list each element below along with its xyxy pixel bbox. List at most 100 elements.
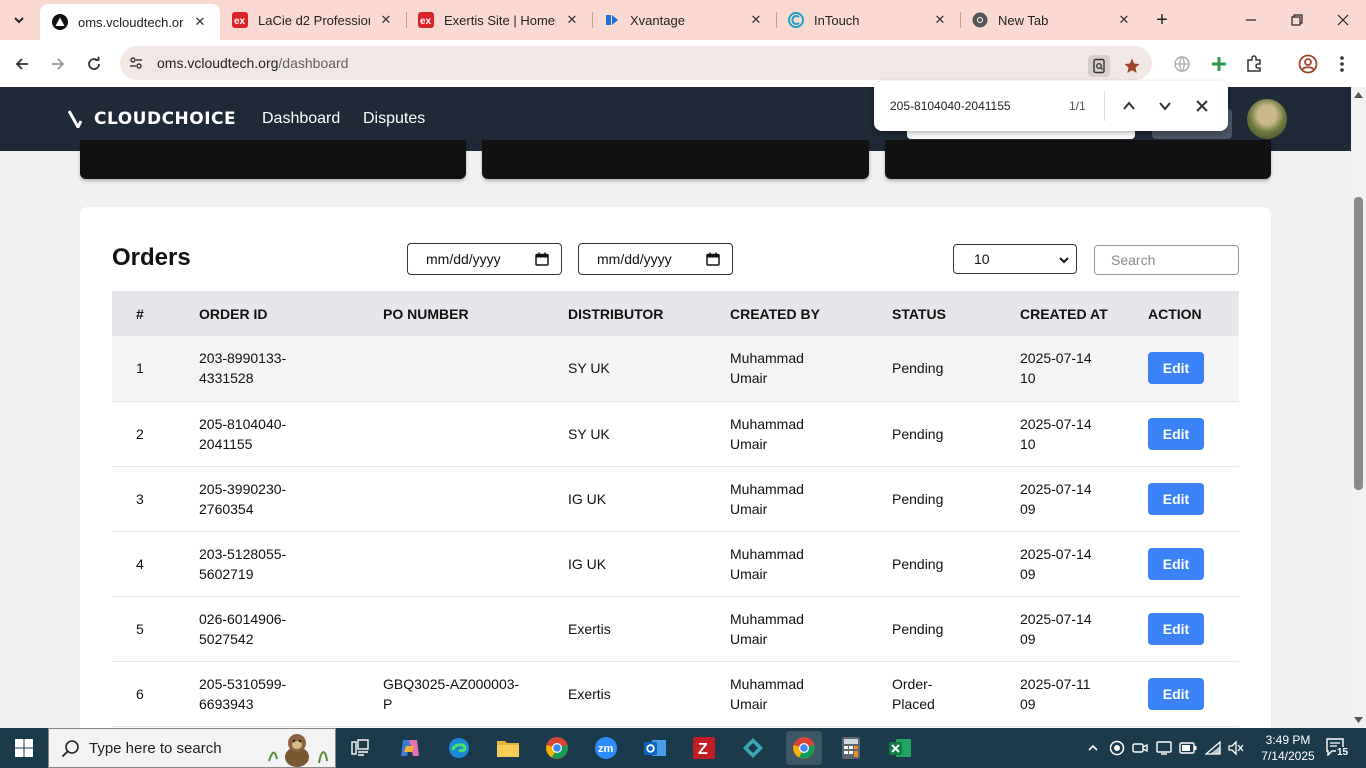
- status: Pending: [892, 620, 944, 637]
- forward-button[interactable]: [44, 50, 72, 78]
- close-icon[interactable]: ✕: [748, 12, 764, 28]
- edit-button[interactable]: Edit: [1148, 352, 1204, 385]
- battery-tray-icon[interactable]: [1178, 738, 1198, 758]
- kebab-menu-icon[interactable]: [1330, 52, 1354, 76]
- show-hidden-icons-button[interactable]: [1083, 738, 1103, 758]
- nav-disputes[interactable]: Disputes: [363, 110, 425, 128]
- avatar[interactable]: [1247, 99, 1287, 139]
- created-at: 2025-07-14 10: [1020, 415, 1092, 452]
- chrome-icon: [546, 737, 568, 759]
- translate-icon[interactable]: [1170, 52, 1194, 76]
- nav-dashboard[interactable]: Dashboard: [262, 110, 340, 128]
- find-close-button[interactable]: [1191, 95, 1213, 117]
- minimize-button[interactable]: [1228, 0, 1274, 40]
- zoom-taskbar-button[interactable]: zm: [592, 734, 620, 762]
- restore-button[interactable]: [1274, 0, 1320, 40]
- copilot-taskbar-button[interactable]: [396, 734, 424, 762]
- tab-exertis[interactable]: ex Exertis Site | Homepage ✕: [406, 0, 592, 40]
- chrome-icon: [793, 737, 815, 759]
- column-header[interactable]: CREATED BY: [730, 291, 892, 336]
- table-row: 1 203-8990133-4331528 SY UK Muhammad Uma…: [112, 336, 1239, 402]
- close-icon[interactable]: ✕: [932, 12, 948, 28]
- v-logo-icon: [68, 110, 83, 128]
- extensions-icon[interactable]: [1242, 52, 1266, 76]
- column-header[interactable]: DISTRIBUTOR: [568, 291, 730, 336]
- browser-toolbar: oms.vcloudtech.org/dashboard: [0, 40, 1366, 87]
- column-header[interactable]: CREATED AT: [1020, 291, 1148, 336]
- address-bar[interactable]: oms.vcloudtech.org/dashboard: [120, 46, 1152, 80]
- notification-center-button[interactable]: 15: [1326, 738, 1350, 760]
- xvantage-logo-icon: [604, 12, 620, 28]
- date-from-input[interactable]: mm/dd/yyyy: [407, 243, 562, 275]
- po-number: GBQ3025-AZ000003-P: [383, 675, 520, 712]
- new-tab-button[interactable]: +: [1150, 8, 1174, 32]
- extension-puzzle-plus-icon[interactable]: [1207, 52, 1231, 76]
- tab-xvantage[interactable]: Xvantage ✕: [592, 0, 776, 40]
- back-button[interactable]: [8, 50, 36, 78]
- created-by: Muhammad Umair: [730, 350, 804, 387]
- column-header[interactable]: STATUS: [892, 291, 1020, 336]
- scroll-down-arrow-icon[interactable]: [1354, 715, 1363, 724]
- close-icon[interactable]: ✕: [378, 12, 394, 28]
- find-previous-button[interactable]: [1118, 95, 1140, 117]
- meet-now-tray-icon[interactable]: [1130, 738, 1150, 758]
- reload-button[interactable]: [80, 50, 108, 78]
- close-window-button[interactable]: [1320, 0, 1366, 40]
- scrollbar-thumb[interactable]: [1354, 197, 1363, 490]
- tab-search-button[interactable]: [6, 8, 32, 32]
- screen-share-tray-icon[interactable]: [1154, 738, 1174, 758]
- column-header[interactable]: ORDER ID: [199, 291, 383, 336]
- task-view-button[interactable]: [346, 734, 374, 762]
- outlook-taskbar-button[interactable]: [641, 734, 669, 762]
- bookmark-star-icon[interactable]: [1121, 55, 1143, 77]
- logo-text: CLOUDCHOICE: [94, 109, 237, 129]
- chrome-taskbar-button[interactable]: [543, 734, 571, 762]
- wifi-tray-icon[interactable]: [1203, 738, 1223, 758]
- chevron-down-icon: [1059, 257, 1069, 264]
- scroll-up-arrow-icon[interactable]: [1354, 90, 1363, 99]
- column-header[interactable]: #: [112, 291, 199, 336]
- volume-muted-tray-icon[interactable]: [1226, 738, 1246, 758]
- start-button[interactable]: [0, 728, 48, 768]
- page-scrollbar[interactable]: [1351, 87, 1366, 728]
- svg-text:ex: ex: [420, 16, 432, 27]
- taskbar-search-box[interactable]: Type here to search: [48, 728, 336, 768]
- app-taskbar-button[interactable]: [739, 734, 767, 762]
- tab-lacie[interactable]: ex LaCie d2 Professional ✕: [220, 0, 406, 40]
- filezilla-taskbar-button[interactable]: Z: [690, 734, 718, 762]
- search-input[interactable]: [1094, 245, 1239, 275]
- tab-oms-dashboard[interactable]: oms.vcloudtech.org/dashboard ✕: [40, 4, 220, 40]
- close-icon[interactable]: ✕: [192, 14, 208, 30]
- taskbar-clock[interactable]: 3:49 PM 7/14/2025: [1258, 732, 1318, 764]
- column-header[interactable]: PO NUMBER: [383, 291, 568, 336]
- edit-button[interactable]: Edit: [1148, 677, 1204, 710]
- find-query-input[interactable]: 205-8104040-2041155: [890, 99, 1011, 113]
- chrome-profile-taskbar-button[interactable]: [786, 731, 822, 765]
- excel-taskbar-button[interactable]: [886, 734, 914, 762]
- tab-new-tab[interactable]: New Tab ✕: [960, 0, 1144, 40]
- edge-taskbar-button[interactable]: [445, 734, 473, 762]
- cloudchoice-logo[interactable]: CLOUDCHOICE: [68, 109, 236, 129]
- site-settings-icon[interactable]: [126, 53, 146, 73]
- monkey-illustration-icon: [268, 734, 328, 767]
- edit-button[interactable]: Edit: [1148, 612, 1204, 645]
- tab-intouch[interactable]: InTouch ✕: [776, 0, 960, 40]
- edit-button[interactable]: Edit: [1148, 547, 1204, 580]
- clock-date: 7/14/2025: [1261, 749, 1315, 763]
- profile-icon[interactable]: [1296, 52, 1320, 76]
- calculator-taskbar-button[interactable]: [837, 734, 865, 762]
- close-icon: [1196, 100, 1208, 112]
- arrow-right-icon: [52, 58, 65, 70]
- page-size-select[interactable]: 10: [953, 244, 1077, 274]
- close-icon[interactable]: ✕: [564, 12, 580, 28]
- table-row: 5 026-6014906-5027542 Exertis Muhammad U…: [112, 596, 1239, 662]
- edit-button[interactable]: Edit: [1148, 482, 1204, 515]
- find-next-button[interactable]: [1154, 95, 1176, 117]
- record-tray-icon[interactable]: [1107, 738, 1127, 758]
- edit-button[interactable]: Edit: [1148, 417, 1204, 450]
- triangle-logo-icon: [52, 14, 68, 30]
- file-explorer-taskbar-button[interactable]: [494, 734, 522, 762]
- find-in-page-icon[interactable]: [1088, 55, 1110, 77]
- date-to-input[interactable]: mm/dd/yyyy: [578, 243, 733, 275]
- close-icon[interactable]: ✕: [1116, 12, 1132, 28]
